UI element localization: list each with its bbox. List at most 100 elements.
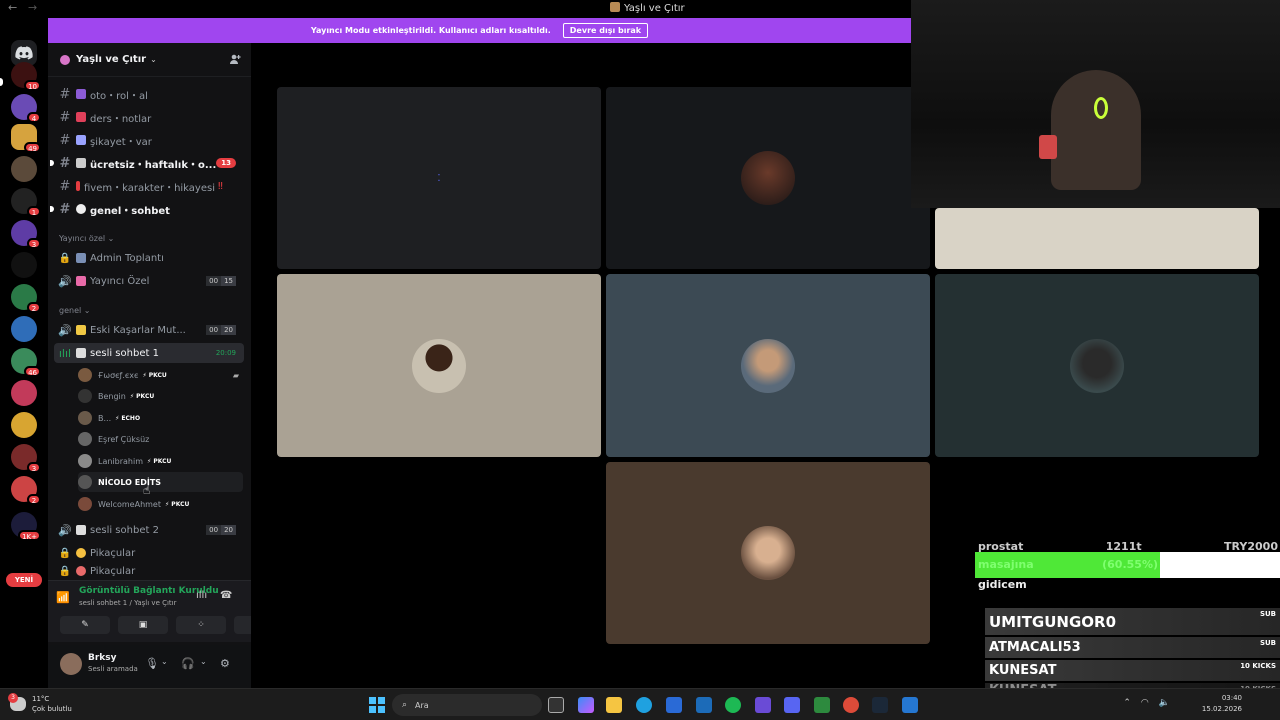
- channel-emoji-icon: [76, 348, 86, 358]
- headset-light-icon: [1094, 97, 1108, 119]
- voice-channel[interactable]: 🔊 Yayıncı Özel 00 15: [54, 271, 244, 291]
- category-header[interactable]: Yayıncı özel ⌄: [59, 234, 114, 243]
- voice-member[interactable]: B... ⚡ ECHO: [78, 408, 243, 428]
- participant-tile[interactable]: [606, 462, 930, 644]
- voice-channel-locked[interactable]: 🔒 Admin Toplantı: [54, 248, 244, 268]
- app-icon[interactable]: [902, 697, 918, 713]
- voice-channel-locked[interactable]: 🔒 Pikaçular: [54, 565, 244, 577]
- guild-icon[interactable]: 1K+: [11, 512, 41, 541]
- guild-icon[interactable]: [11, 412, 37, 438]
- participant-tile[interactable]: [935, 274, 1259, 457]
- text-channel-unread[interactable]: # ücretsiz・haftalık・o... 13: [50, 153, 244, 173]
- weather-widget[interactable]: 3 11°C Çok bulutlu: [8, 693, 72, 714]
- guild-icon[interactable]: 3: [11, 220, 41, 249]
- guild-sidebar: 10 4 49 1 3 2 46 3 2 1K+ YENİ: [0, 18, 48, 688]
- banner-message: Yayıncı Modu etkinleştirildi. Kullanıcı …: [310, 26, 551, 35]
- user-status: Sesli aramada: [88, 665, 138, 673]
- text-channel[interactable]: # oto・rol・al: [54, 84, 244, 104]
- discord-taskbar-icon[interactable]: [784, 697, 800, 713]
- guild-icon[interactable]: 46: [11, 348, 41, 377]
- taskbar-clock[interactable]: 03:40 15.02.2026: [1202, 693, 1242, 715]
- invite-people-icon[interactable]: [229, 53, 241, 65]
- guild-icon[interactable]: [11, 252, 37, 278]
- speaker-icon: 🔊: [58, 323, 72, 337]
- gear-icon[interactable]: ⚙: [220, 657, 230, 670]
- guild-icon[interactable]: [11, 156, 37, 182]
- speech-bubble-icon: [76, 204, 86, 214]
- wifi-icon[interactable]: ◠: [1141, 698, 1149, 708]
- guild-icon[interactable]: [11, 380, 37, 406]
- start-button[interactable]: [369, 697, 385, 713]
- chevron-down-icon[interactable]: ⌄: [161, 657, 168, 666]
- voice-member[interactable]: Lanibrahim ⚡ PKCU: [78, 451, 243, 471]
- voice-channel-active[interactable]: ılıl sesli sohbet 1 20:09: [54, 343, 244, 363]
- voice-channel-locked[interactable]: 🔒 Pikaçular: [54, 543, 244, 563]
- back-arrow-icon[interactable]: ←: [8, 1, 17, 14]
- heart-icon: [76, 548, 86, 558]
- avatar: [78, 475, 92, 489]
- app-icon[interactable]: [755, 697, 771, 713]
- guild-icon[interactable]: 4: [11, 94, 41, 123]
- task-view-icon[interactable]: [548, 697, 564, 713]
- guild-icon[interactable]: 1: [11, 188, 41, 217]
- chevron-down-icon[interactable]: ⌄: [200, 657, 207, 666]
- voice-member[interactable]: Eşref Çüksüz: [78, 429, 243, 449]
- channel-emoji-icon: [76, 325, 86, 335]
- participant-tile[interactable]: [606, 274, 930, 457]
- copilot-icon[interactable]: [578, 697, 594, 713]
- text-channel-unread[interactable]: # genel・sohbet: [50, 199, 244, 219]
- camera-toggle-button[interactable]: ✎: [60, 616, 110, 634]
- microphone-icon[interactable]: 🎙: [145, 657, 159, 670]
- headphones-icon[interactable]: 🎧: [181, 657, 195, 670]
- voice-member[interactable]: Ғωσєƒ.єхє ⚡ PKCU ▰: [78, 365, 243, 385]
- user-avatar[interactable]: [60, 653, 82, 675]
- taskbar-search[interactable]: ⌕ Ara: [392, 694, 542, 716]
- speaker-icon: 🔊: [58, 523, 72, 537]
- participant-tile[interactable]: [277, 274, 601, 457]
- guild-icon[interactable]: 3: [11, 444, 41, 473]
- text-channel[interactable]: # fivem・karakter・hikayesi ‼: [54, 176, 244, 196]
- voice-channel[interactable]: 🔊 Eski Kaşarlar Mut... 00 20: [54, 320, 244, 340]
- voice-location[interactable]: sesli sohbet 1 / Yaşlı ve Çıtır: [79, 599, 177, 607]
- chrome-icon[interactable]: [843, 697, 859, 713]
- participant-tile-loading[interactable]: ⁚: [277, 87, 601, 269]
- volume-icon[interactable]: 🔈: [1159, 698, 1170, 708]
- server-header[interactable]: Yaşlı ve Çıtır ⌄: [48, 43, 251, 77]
- app-icon[interactable]: [814, 697, 830, 713]
- text-channel[interactable]: # ders・notlar: [54, 107, 244, 127]
- disconnect-icon[interactable]: ☎: [220, 590, 232, 601]
- voice-member-hovered[interactable]: NİCOLO EDİTS: [78, 472, 243, 492]
- hash-icon: #: [59, 109, 71, 125]
- user-panel: Brksy Sesli aramada 🎙 ⌄ 🎧 ⌄ ⚙: [48, 645, 251, 688]
- store-icon[interactable]: [666, 697, 682, 713]
- noise-suppression-icon[interactable]: ıllı: [196, 590, 207, 601]
- text-channel[interactable]: # şikayet・var: [54, 130, 244, 150]
- participant-tile[interactable]: [935, 208, 1259, 269]
- activities-button[interactable]: ⁘: [176, 616, 226, 634]
- guild-icon[interactable]: 10: [11, 62, 41, 91]
- voice-member[interactable]: Bengin ⚡ PKCU: [78, 386, 243, 406]
- category-header[interactable]: genel ⌄: [59, 306, 90, 315]
- outlook-icon[interactable]: [696, 697, 712, 713]
- user-name[interactable]: Brksy: [88, 653, 117, 663]
- donation-footer: gidicem: [978, 578, 1027, 591]
- forward-arrow-icon[interactable]: →: [28, 1, 37, 14]
- channel-emoji-icon: [76, 112, 86, 122]
- guild-icon-selected[interactable]: 49: [11, 124, 41, 153]
- steam-icon[interactable]: [872, 697, 888, 713]
- disable-streamer-mode-button[interactable]: Devre dışı bırak: [562, 23, 649, 38]
- file-explorer-icon[interactable]: [606, 697, 622, 713]
- edge-icon[interactable]: [636, 697, 652, 713]
- voice-channel[interactable]: 🔊 sesli sohbet 2 00 20: [54, 520, 244, 540]
- screen-share-button[interactable]: ▣: [118, 616, 168, 634]
- guild-icon[interactable]: 2: [11, 476, 41, 505]
- guild-icon[interactable]: 2: [11, 284, 41, 313]
- avatar: [78, 497, 92, 511]
- participant-tile[interactable]: [606, 87, 930, 269]
- recent-events-widget: UMITGUNGOR0 SUB ATMACALI53 SUB KUNESAT 10 K…: [985, 608, 1280, 699]
- chevron-up-icon[interactable]: ⌃: [1123, 698, 1131, 708]
- guild-icon[interactable]: [11, 316, 37, 342]
- spotify-icon[interactable]: [725, 697, 741, 713]
- new-badge: YENİ: [6, 573, 42, 587]
- voice-member[interactable]: WelcomeAhmet ⚡ PKCU: [78, 494, 243, 514]
